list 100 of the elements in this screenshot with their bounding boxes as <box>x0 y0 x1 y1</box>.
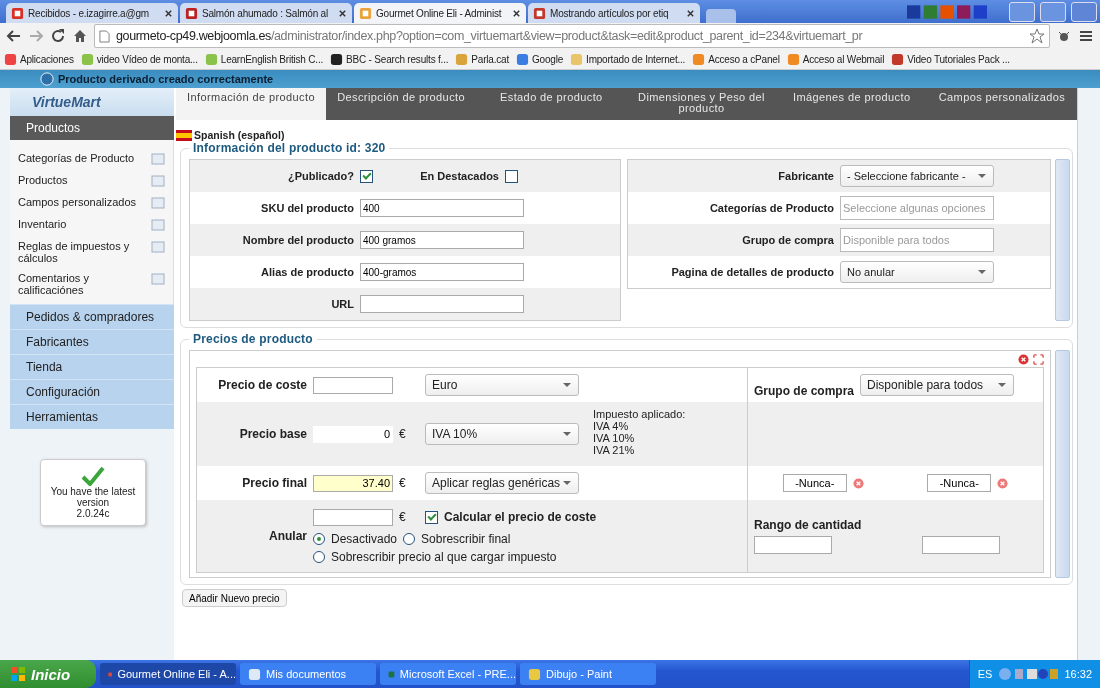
bookmark[interactable]: video Vídeo de monta... <box>96 53 198 65</box>
expand-icon[interactable] <box>1033 353 1044 365</box>
tab[interactable]: Dimensiones y Peso del producto <box>626 88 777 114</box>
site-icon <box>533 6 546 20</box>
browser-tab[interactable]: Gourmet Online Eli - Administ <box>354 3 526 23</box>
checkbox[interactable] <box>505 169 518 183</box>
taskbar-button[interactable]: Dibujo - Paint <box>520 663 656 685</box>
scrollbar[interactable] <box>1055 350 1070 578</box>
radio-label: Desactivado <box>331 531 398 546</box>
dropdown[interactable]: Disponible para todos <box>860 374 1014 396</box>
radio-button[interactable] <box>403 532 416 545</box>
sidebar-section[interactable]: Pedidos & compradores <box>10 304 174 329</box>
tab[interactable]: Información de producto <box>176 88 326 120</box>
tab-title: Recibidos - e.izagirre.a@gm <box>28 7 150 19</box>
field-label: Anular <box>268 529 307 543</box>
input-field[interactable] <box>360 295 524 313</box>
bookmark[interactable]: Acceso al Webmail <box>802 53 885 65</box>
currency-symbol: € <box>399 510 407 524</box>
taskbar-button[interactable]: Mis documentos <box>240 663 376 685</box>
back-icon[interactable] <box>6 28 22 44</box>
sidebar-item[interactable]: Campos personalizados <box>18 196 136 208</box>
input-field[interactable]: 400 <box>360 199 524 217</box>
bookmark[interactable]: Acceso a cPanel <box>708 53 780 65</box>
sidebar-section[interactable]: Herramientas <box>10 404 174 429</box>
input-field[interactable] <box>922 536 1000 554</box>
menu-icon[interactable] <box>1078 28 1094 44</box>
taskbar-button[interactable]: Gourmet Online Eli - A... <box>100 663 236 685</box>
radio-button[interactable] <box>313 550 325 563</box>
close-icon[interactable] <box>164 8 173 18</box>
browser-tab[interactable]: Recibidos - e.izagirre.a@gm <box>6 3 178 23</box>
clear-icon[interactable] <box>997 477 1009 489</box>
bookmark[interactable]: Video Tutoriales Pack ... <box>907 53 1010 65</box>
tab[interactable]: Descripción de producto <box>326 88 477 103</box>
input-field[interactable]: 400-gramos <box>360 263 524 281</box>
close-button[interactable] <box>1071 1 1097 22</box>
address-field[interactable]: gourmeto-cp49.webjoomla.es/administrator/index.php?option=com_virtuemart&view=product&task=edit&product_parent_id=234&virtuemart_pr <box>94 24 1050 48</box>
dropdown[interactable]: - Seleccione fabricante - <box>840 165 994 187</box>
dropdown[interactable]: No anular <box>840 261 994 283</box>
sidebar-heading[interactable]: Productos <box>10 116 174 140</box>
field-label: URL <box>330 298 354 310</box>
remove-icon[interactable] <box>1018 353 1029 365</box>
tax-note: IVA 21% <box>593 444 636 456</box>
input-field[interactable]: 400 gramos <box>360 231 524 249</box>
input-field[interactable] <box>313 376 393 394</box>
close-icon[interactable] <box>686 8 695 18</box>
tab[interactable]: Campos personalizados <box>926 88 1077 103</box>
restore-button[interactable] <box>1040 1 1066 22</box>
tab[interactable]: Imágenes de producto <box>776 88 927 103</box>
browser-tab[interactable]: Salmón ahumado : Salmón al <box>180 3 352 23</box>
input-field[interactable] <box>754 536 832 554</box>
site-icon <box>11 6 24 20</box>
sidebar-item[interactable]: Reglas de impuestos y cálculos <box>18 240 136 264</box>
bookmark[interactable]: BBC - Search results f... <box>346 53 449 65</box>
checkbox[interactable] <box>425 510 438 524</box>
dropdown[interactable]: Aplicar reglas genéricas <box>425 472 579 494</box>
start-button[interactable]: Inicio <box>0 660 96 688</box>
sidebar-section[interactable]: Fabricantes <box>10 329 174 354</box>
input-field[interactable]: 0 <box>313 425 393 443</box>
bookmark-icon <box>516 52 529 66</box>
dropdown[interactable]: Euro <box>425 374 579 396</box>
add-price-button[interactable]: Añadir Nuevo precio <box>182 589 287 607</box>
sidebar-item[interactable]: Productos <box>18 174 136 186</box>
bookmark-star-icon[interactable] <box>1029 28 1045 44</box>
date-field[interactable]: -Nunca- <box>927 474 992 492</box>
bookmark[interactable]: Google <box>532 53 564 65</box>
tab[interactable]: Estado de producto <box>476 88 627 103</box>
radio-button[interactable] <box>313 532 325 545</box>
check-icon <box>81 466 105 486</box>
bookmark[interactable]: LearnEnglish British C... <box>220 53 324 65</box>
close-icon[interactable] <box>338 8 347 18</box>
sidebar-item[interactable]: Categorías de Producto <box>18 152 136 164</box>
clear-icon[interactable] <box>852 477 864 489</box>
browser-tab[interactable]: Mostrando artículos por etiq <box>528 3 700 23</box>
input-field[interactable]: Seleccione algunas opciones <box>840 196 994 220</box>
field-label: Grupo de compra <box>741 234 834 246</box>
input-field[interactable] <box>313 508 393 526</box>
field-label: Precio base <box>238 427 307 441</box>
sidebar-section[interactable]: Tienda <box>10 354 174 379</box>
taskbar-button[interactable]: Microsoft Excel - PRE... <box>380 663 516 685</box>
sidebar-item[interactable]: Inventario <box>18 218 136 230</box>
minimize-button[interactable] <box>1009 1 1035 22</box>
checkbox[interactable] <box>360 169 373 183</box>
home-icon[interactable] <box>72 28 88 44</box>
bookmark[interactable]: Aplicaciones <box>20 53 74 65</box>
input-field[interactable]: Disponible para todos <box>840 228 994 252</box>
date-field[interactable]: -Nunca- <box>782 474 847 492</box>
field-label: Pagina de detalles de producto <box>670 266 834 278</box>
bookmark[interactable]: Importado de Internet... <box>586 53 686 65</box>
bookmark[interactable]: Parla.cat <box>471 53 509 65</box>
bookmark-icon <box>330 52 344 66</box>
input-field[interactable]: 37.40 <box>313 474 393 492</box>
scrollbar[interactable] <box>1055 159 1070 321</box>
sidebar-section[interactable]: Configuración <box>10 379 174 404</box>
dropdown[interactable]: IVA 10% <box>425 423 579 445</box>
reload-icon[interactable] <box>50 28 66 44</box>
tray-icons[interactable] <box>998 667 1059 681</box>
sidebar-item[interactable]: Comentarios y calificaciónes <box>18 272 136 296</box>
bookmark-icon <box>570 52 584 66</box>
tax-note: IVA 4% <box>593 420 630 432</box>
close-icon[interactable] <box>512 8 521 18</box>
